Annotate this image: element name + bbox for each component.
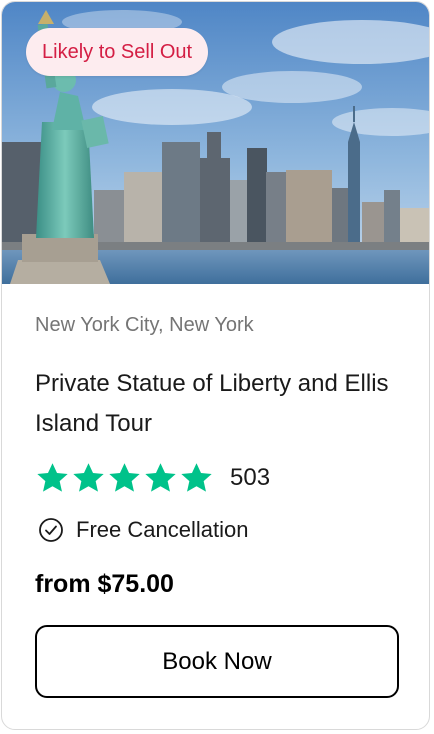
- star-icon: [109, 462, 140, 492]
- star-icon: [145, 462, 176, 492]
- tour-location: New York City, New York: [35, 314, 254, 336]
- book-now-button[interactable]: Book Now: [35, 625, 399, 698]
- free-cancellation: Free Cancellation: [38, 515, 248, 545]
- free-cancellation-label: Free Cancellation: [76, 517, 249, 542]
- likely-to-sell-out-badge: Likely to Sell Out: [26, 28, 209, 76]
- review-count[interactable]: 503: [230, 464, 270, 492]
- star-icon: [37, 462, 68, 492]
- rating: 503: [35, 458, 270, 498]
- price: from $75.00: [35, 570, 174, 598]
- star-icon: [181, 462, 212, 492]
- tour-title[interactable]: Private Statue of Liberty and Ellis Isla…: [35, 364, 407, 444]
- star-rating: [35, 461, 214, 496]
- check-circle-icon: [39, 518, 63, 542]
- product-card[interactable]: Likely to Sell Out New York City, New Yo…: [1, 1, 430, 730]
- star-icon: [73, 462, 104, 492]
